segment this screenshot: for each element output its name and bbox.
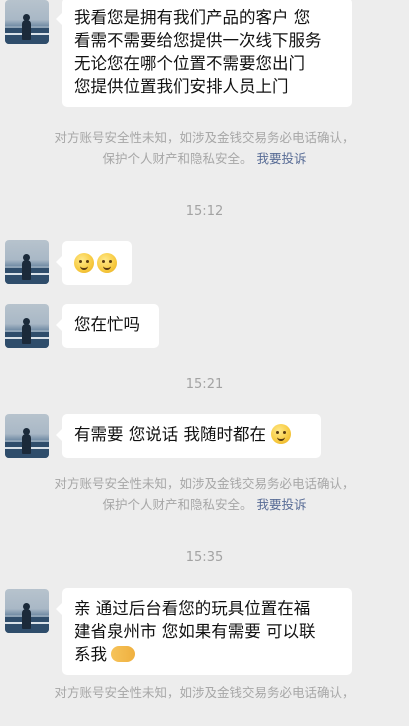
message-line: 您提供位置我们安排人员上门 [74,77,289,96]
report-link[interactable]: 我要投诉 [256,497,306,512]
message-line: 无论您在哪个位置不需要您出门 [74,54,305,73]
avatar[interactable] [5,589,49,633]
avatar[interactable] [5,414,49,458]
notice-line: 保护个人财产和隐私安全。 [102,497,253,512]
message-line: 看需不需要给您提供一次线下服务 [74,31,322,50]
avatar[interactable] [5,240,49,284]
message-line: 系我 [74,645,107,664]
thinking-face-emoji [97,253,117,273]
notice-line: 对方账号安全性未知，如涉及金钱交易务必电话确认， [54,130,355,145]
message-bubble[interactable]: 我看您是拥有我们产品的客户 您 看需不需要给您提供一次线下服务 无论您在哪个位置… [56,0,352,107]
notice-line: 对方账号安全性未知，如涉及金钱交易务必电话确认， [54,476,355,491]
message-bubble[interactable]: 亲 通过后台看您的玩具位置在福 建省泉州市 您如果有需要 可以联 系我 [56,588,352,675]
message-bubble[interactable] [56,241,132,285]
message-line: 建省泉州市 您如果有需要 可以联 [74,622,316,641]
report-link[interactable]: 我要投诉 [256,151,306,166]
timestamp: 15:35 [185,550,224,565]
security-notice: 对方账号安全性未知，如涉及金钱交易务必电话确认， 保护个人财产和隐私安全。 我要… [0,127,409,169]
thinking-face-emoji [74,253,94,273]
handshake-emoji [111,646,135,662]
message-line: 亲 通过后台看您的玩具位置在福 [74,599,311,618]
message-bubble[interactable]: 您在忙吗 [56,304,159,348]
timestamp: 15:12 [185,204,224,219]
message-text: 您在忙吗 [74,315,140,334]
timestamp: 15:21 [185,377,224,392]
avatar[interactable] [5,304,49,348]
notice-line: 对方账号安全性未知，如涉及金钱交易务必电话确认， [54,685,355,700]
security-notice: 对方账号安全性未知，如涉及金钱交易务必电话确认， [0,682,409,703]
notice-line: 保护个人财产和隐私安全。 [102,151,253,166]
message-text: 有需要 您说话 我随时都在 [74,425,266,444]
avatar[interactable] [5,0,49,44]
smile-emoji [271,424,292,444]
message-bubble[interactable]: 有需要 您说话 我随时都在 [56,414,321,458]
security-notice: 对方账号安全性未知，如涉及金钱交易务必电话确认， 保护个人财产和隐私安全。 我要… [0,473,409,515]
message-line: 我看您是拥有我们产品的客户 您 [74,8,311,27]
